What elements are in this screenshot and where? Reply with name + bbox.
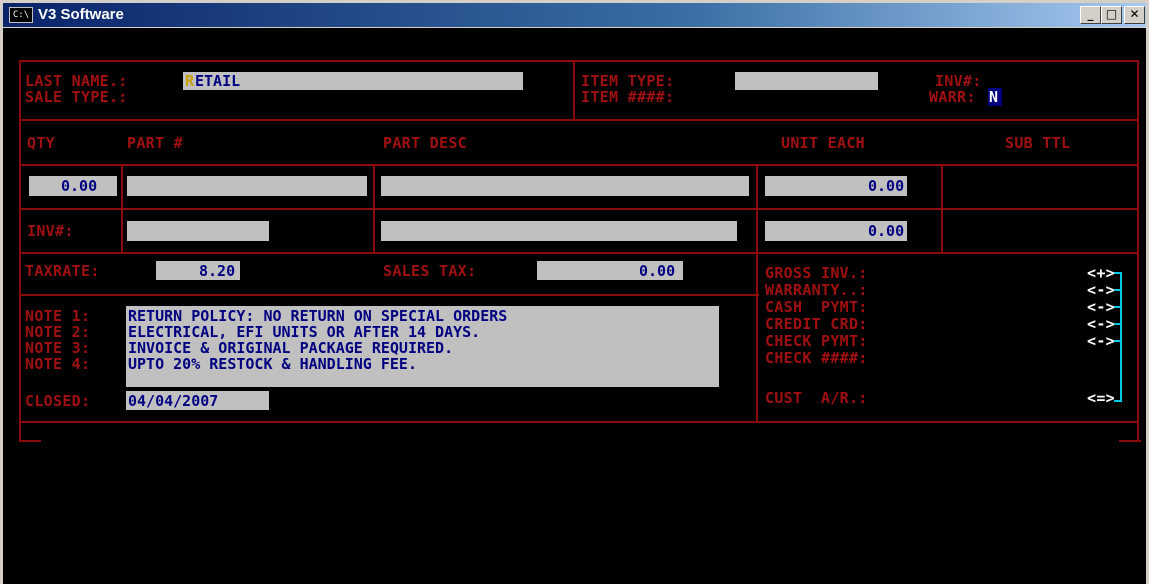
sales-tax-label: SALES TAX: — [383, 262, 477, 280]
totals-cust-ar-sign: <=> — [1087, 389, 1115, 407]
note-1-text: RETURN POLICY: NO RETURN ON SPECIAL ORDE… — [128, 307, 508, 325]
totals-bracket-tick-4 — [1114, 340, 1122, 342]
vdiv-header — [573, 60, 575, 120]
vdiv-desc — [756, 164, 758, 423]
note-2-text: ELECTRICAL, EFI UNITS OR AFTER 14 DAYS. — [128, 323, 508, 341]
divider-line1 — [19, 208, 1139, 210]
note-3-text: INVOICE & ORIGINAL PACKAGE REQUIRED. — [128, 339, 508, 357]
note-4-label: NOTE 4: — [25, 355, 91, 373]
totals-bracket-tick-2 — [1114, 306, 1122, 308]
frame-tick-right — [1119, 440, 1141, 442]
note-4-text: UPTO 20% RESTOCK & HANDLING FEE. — [128, 355, 508, 373]
totals-gross-inv-label: GROSS INV.: — [765, 264, 868, 282]
minimize-button[interactable]: _ — [1080, 6, 1101, 24]
frame-top — [19, 60, 1139, 62]
frame-tick-left — [19, 440, 41, 442]
warr-label: WARR: — [929, 88, 976, 106]
divider-columns — [19, 164, 1139, 166]
totals-warranty-sign: <-> — [1087, 281, 1115, 299]
totals-gross-inv-sign: <+> — [1087, 264, 1115, 282]
totals-cust-ar-label: CUST A/R.: — [765, 389, 868, 407]
line-inv-field[interactable] — [127, 221, 269, 241]
console-area: LAST NAME.: R ETAIL SALE TYPE.: ITEM TYP… — [3, 28, 1146, 584]
last-name-value: ETAIL — [195, 72, 241, 90]
column-sub-ttl: SUB TTL — [1005, 134, 1071, 152]
totals-warranty-label: WARRANTY..: — [765, 281, 868, 299]
item-type-field[interactable] — [735, 72, 878, 90]
vdiv-unit — [941, 164, 943, 254]
totals-check-number-label: CHECK ####: — [765, 349, 868, 367]
note-3-label: NOTE 3: — [25, 339, 91, 357]
note-2-label: NOTE 2: — [25, 323, 91, 341]
frame-bottom — [19, 421, 1139, 423]
qty-value: 0.00 — [61, 177, 98, 195]
inv-number-label: INV#: — [935, 72, 982, 90]
window-title: V3 Software — [38, 6, 124, 23]
item-type-label: ITEM TYPE: — [581, 72, 675, 90]
last-name-cursor-char: R — [185, 72, 195, 90]
totals-check-pymt-sign: <-> — [1087, 332, 1115, 350]
line-desc-field[interactable] — [381, 221, 737, 241]
frame-right — [1137, 60, 1139, 440]
totals-bracket-bottom — [1114, 400, 1122, 402]
divider-tax — [19, 294, 759, 296]
frame-left — [19, 60, 21, 440]
totals-credit-crd-label: CREDIT CRD: — [765, 315, 868, 333]
line-inv-label: INV#: — [27, 222, 74, 240]
closed-value: 04/04/2007 — [128, 392, 219, 410]
totals-cash-pymt-label: CASH PYMT: — [765, 298, 868, 316]
totals-credit-crd-sign: <-> — [1087, 315, 1115, 333]
totals-bracket-tick-1 — [1114, 289, 1122, 291]
taxrate-label: TAXRATE: — [25, 262, 100, 280]
part-desc-field[interactable] — [381, 176, 749, 196]
divider-line2 — [19, 252, 1139, 254]
note-1-label: NOTE 1: — [25, 307, 91, 325]
item-number-label: ITEM ####: — [581, 88, 675, 106]
part-number-field[interactable] — [127, 176, 367, 196]
warr-value: N — [989, 88, 999, 106]
divider-header — [19, 119, 1139, 121]
vdiv-qty — [121, 164, 123, 254]
column-part-desc: PART DESC — [383, 134, 467, 152]
totals-bracket-tick-3 — [1114, 323, 1122, 325]
column-unit-each: UNIT EACH — [781, 134, 865, 152]
line-unit-value: 0.00 — [868, 222, 905, 240]
title-bar[interactable]: C:\ V3 Software _ □ ✕ — [3, 3, 1146, 27]
console-icon: C:\ — [9, 7, 33, 23]
column-qty: QTY — [27, 134, 55, 152]
sale-type-label: SALE TYPE.: — [25, 88, 128, 106]
totals-cash-pymt-sign: <-> — [1087, 298, 1115, 316]
taxrate-value: 8.20 — [199, 262, 236, 280]
app-window: C:\ V3 Software _ □ ✕ LAST NAME.: R ETAI… — [0, 0, 1149, 584]
totals-check-pymt-label: CHECK PYMT: — [765, 332, 868, 350]
maximize-button[interactable]: □ — [1101, 6, 1122, 24]
unit-each-value: 0.00 — [868, 177, 905, 195]
close-button[interactable]: ✕ — [1124, 6, 1145, 24]
closed-label: CLOSED: — [25, 392, 91, 410]
totals-bracket — [1120, 272, 1122, 402]
sales-tax-value: 0.00 — [639, 262, 676, 280]
vdiv-part — [373, 164, 375, 254]
totals-bracket-top — [1114, 272, 1122, 274]
column-part-number: PART # — [127, 134, 183, 152]
last-name-label: LAST NAME.: — [25, 72, 128, 90]
